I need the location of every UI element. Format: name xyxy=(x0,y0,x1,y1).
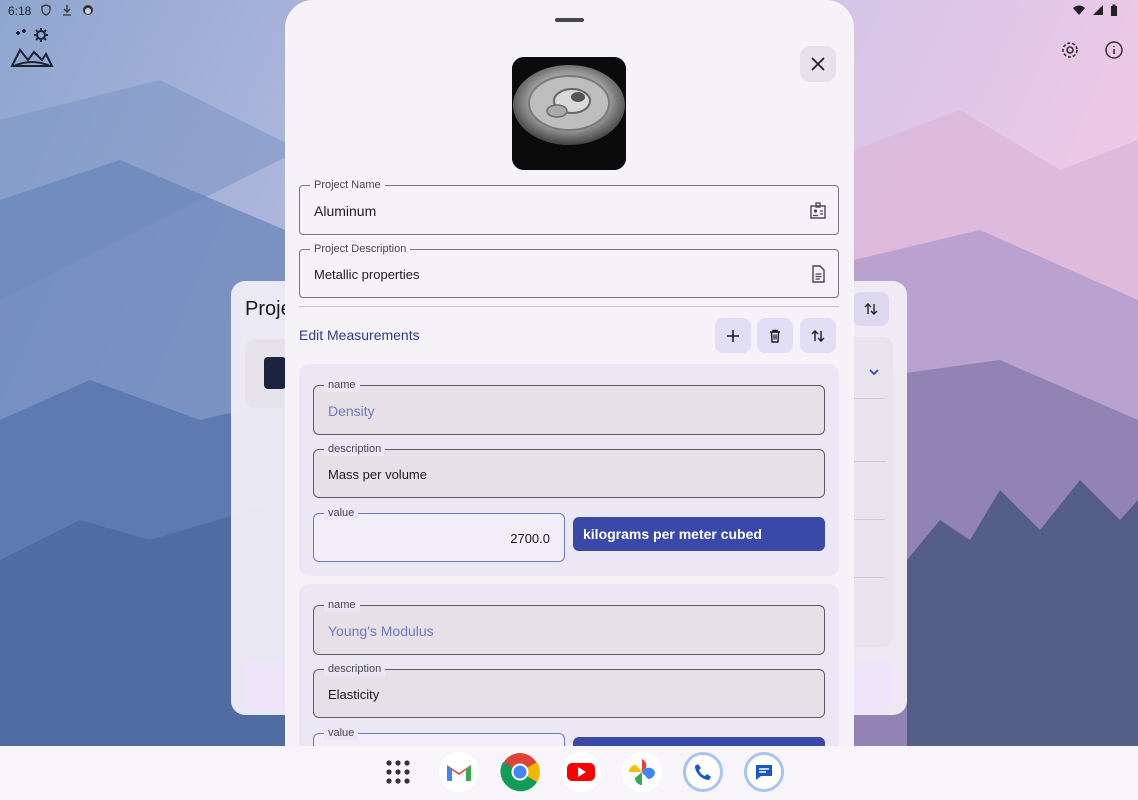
project-description-value: Metallic properties xyxy=(314,267,420,282)
delete-icon xyxy=(770,329,780,343)
app-dock xyxy=(378,752,784,792)
measurement-name-field[interactable]: name Young's Modulus xyxy=(313,598,825,655)
sort-icon xyxy=(864,303,878,315)
measurement-name-field[interactable]: name Density xyxy=(313,378,825,435)
measurement-description-label: description xyxy=(324,662,386,676)
app-drawer-icon xyxy=(386,760,410,784)
project-thumbnail xyxy=(264,357,286,389)
phone-button[interactable] xyxy=(683,752,723,792)
chevron-down-icon[interactable] xyxy=(866,364,882,380)
divider xyxy=(853,577,885,578)
signal-icon xyxy=(1093,5,1103,15)
drag-handle[interactable] xyxy=(555,18,584,22)
gmail-button[interactable] xyxy=(439,752,479,792)
unit-selector-button[interactable]: kilograms per meter cubed xyxy=(573,517,825,551)
messages-button[interactable] xyxy=(744,752,784,792)
sort-icon xyxy=(811,329,825,342)
measurement-card: name Density description Mass per volume… xyxy=(299,364,839,576)
gmail-icon xyxy=(447,765,471,781)
measurement-name-value: Young's Modulus xyxy=(328,623,434,639)
edit-measurements-title: Edit Measurements xyxy=(299,327,420,343)
youtube-icon xyxy=(567,763,595,781)
close-icon xyxy=(811,57,825,71)
measurement-description-label: description xyxy=(324,442,386,456)
add-measurement-button[interactable] xyxy=(715,318,751,353)
project-description-label: Project Description xyxy=(310,242,411,256)
edit-project-sheet: Project Name Aluminum Project Descriptio… xyxy=(285,0,854,746)
sort-measurements-button[interactable] xyxy=(800,318,836,353)
status-time: 6:18 xyxy=(8,4,32,18)
chrome-button[interactable] xyxy=(500,752,540,792)
unit-selector-button[interactable] xyxy=(573,737,825,746)
measurement-name-label: name xyxy=(324,378,360,392)
project-name-value: Aluminum xyxy=(314,203,377,219)
youtube-button[interactable] xyxy=(561,752,601,792)
app-logo xyxy=(10,28,54,67)
wifi-icon xyxy=(1073,5,1085,15)
measurement-value-label: value xyxy=(324,506,359,520)
photos-button[interactable] xyxy=(622,752,662,792)
measurement-value-field[interactable]: value 2700.0 xyxy=(313,506,565,562)
measurement-value-label: value xyxy=(324,726,359,740)
measurement-description-field[interactable]: description Elasticity xyxy=(313,662,825,718)
messages-icon xyxy=(756,765,772,780)
measurement-value-field[interactable]: value xyxy=(313,726,565,746)
info-icon[interactable] xyxy=(1104,40,1124,60)
project-list-panel xyxy=(853,337,893,647)
settings-icon[interactable] xyxy=(1060,40,1080,60)
measurement-description-value: Elasticity xyxy=(328,687,380,702)
photos-icon xyxy=(629,759,655,785)
divider xyxy=(853,398,885,399)
phone-icon xyxy=(695,764,711,780)
shield-icon xyxy=(41,4,51,16)
divider xyxy=(853,461,885,462)
project-name-label: Project Name xyxy=(310,178,385,192)
app-drawer-button[interactable] xyxy=(378,752,418,792)
measurement-value: 2700.0 xyxy=(510,531,550,546)
divider xyxy=(299,306,839,307)
project-image[interactable] xyxy=(512,57,626,170)
face-icon xyxy=(83,5,93,15)
delete-measurement-button[interactable] xyxy=(757,318,793,353)
chrome-icon xyxy=(500,753,540,792)
measurement-card: name Young's Modulus description Elastic… xyxy=(299,584,839,746)
divider xyxy=(853,519,885,520)
measurement-name-value: Density xyxy=(328,403,375,419)
measurement-description-value: Mass per volume xyxy=(328,467,427,482)
download-icon xyxy=(63,5,71,16)
project-description-field[interactable]: Project Description Metallic properties xyxy=(299,242,839,298)
document-icon xyxy=(812,265,825,283)
badge-icon xyxy=(810,202,826,219)
add-icon xyxy=(727,329,739,342)
background-sort-button[interactable] xyxy=(853,292,889,326)
measurement-name-label: name xyxy=(324,598,360,612)
close-button[interactable] xyxy=(800,46,836,82)
project-name-field[interactable]: Project Name Aluminum xyxy=(299,178,839,235)
battery-icon xyxy=(1111,4,1117,16)
measurement-description-field[interactable]: description Mass per volume xyxy=(313,442,825,498)
